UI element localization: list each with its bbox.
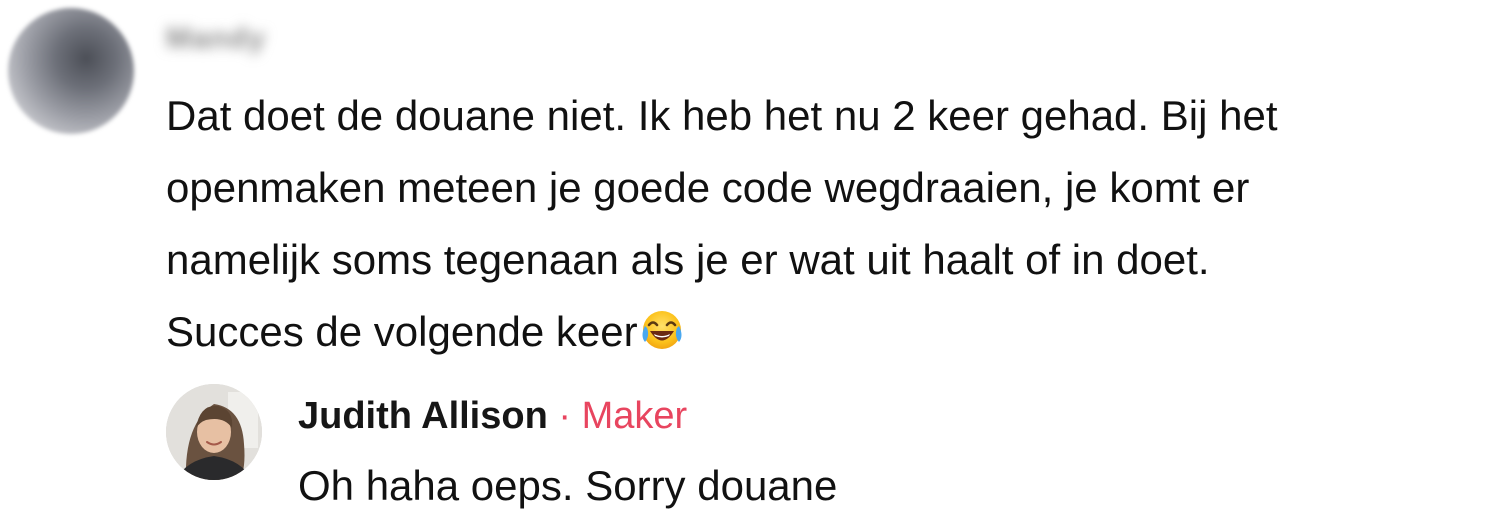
- reply-separator: ·: [558, 395, 572, 437]
- commenter-username[interactable]: Mandy: [166, 22, 266, 56]
- comment-text: Dat doet de douane niet. Ik heb het nu 2…: [166, 92, 1278, 355]
- comment-body: Dat doet de douane niet. Ik heb het nu 2…: [166, 80, 1486, 368]
- creator-badge: Maker: [581, 395, 688, 437]
- reply-author-avatar[interactable]: [166, 384, 262, 480]
- commenter-avatar[interactable]: [8, 8, 134, 134]
- face-with-tears-of-joy-icon: [640, 302, 684, 349]
- reply-body: Oh haha oeps. Sorry douane: [298, 462, 838, 509]
- comment-thread: Mandy Dat doet de douane niet. Ik heb he…: [0, 0, 1491, 521]
- reply-author-name[interactable]: Judith Allison: [298, 395, 548, 437]
- reply-header: Judith Allison · Maker: [298, 392, 687, 440]
